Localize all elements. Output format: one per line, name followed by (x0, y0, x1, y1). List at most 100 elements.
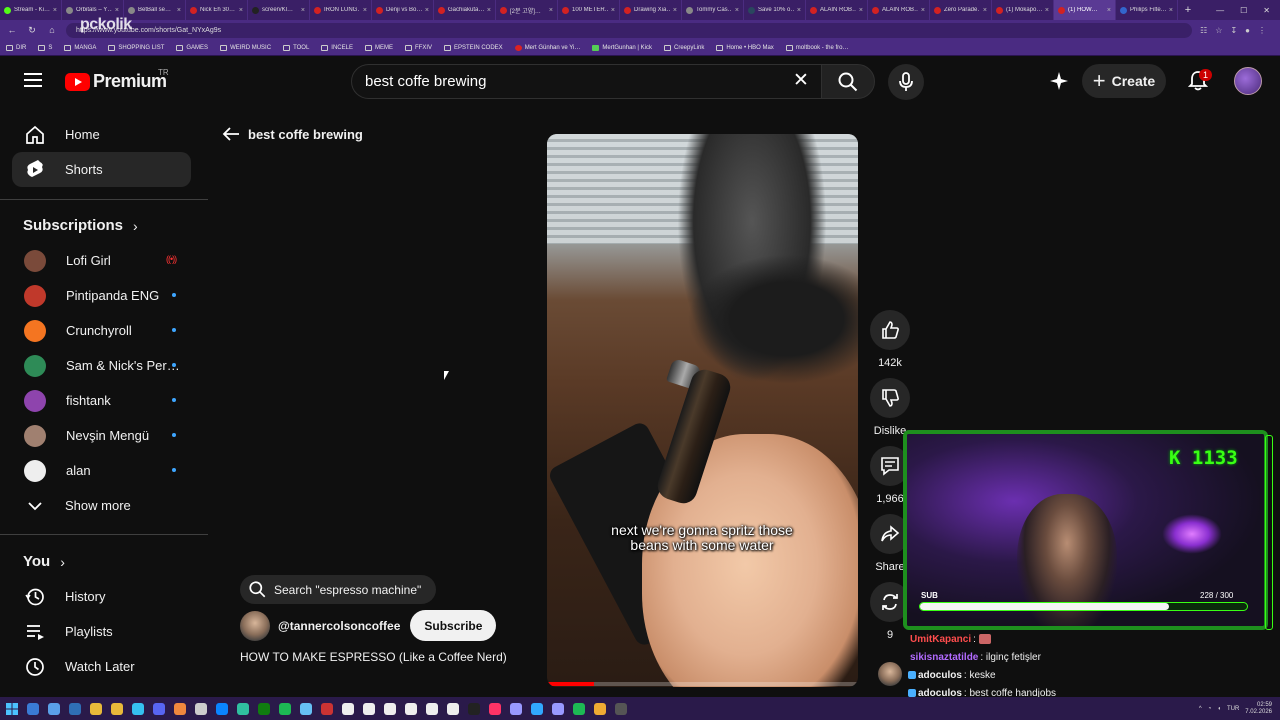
close-tab-icon[interactable]: × (611, 7, 615, 14)
browser-tab[interactable]: [2분 고양]… × (496, 0, 558, 20)
taskbar-app-icon[interactable] (300, 702, 312, 715)
bookmark-item[interactable]: MANGA (64, 44, 96, 51)
close-tab-icon[interactable]: × (301, 7, 305, 14)
taskbar-app-icon[interactable] (321, 702, 333, 715)
bookmark-item[interactable]: GAMES (176, 44, 208, 51)
taskbar-app-icon[interactable] (342, 702, 354, 715)
menu-icon[interactable] (24, 73, 42, 87)
close-tab-icon[interactable]: × (115, 7, 119, 14)
windows-start-icon[interactable] (6, 702, 18, 715)
back-to-search[interactable]: best coffe brewing (222, 126, 363, 142)
close-tab-icon[interactable]: × (735, 7, 739, 14)
chevron-up-icon[interactable]: ^ (1199, 706, 1202, 712)
close-tab-icon[interactable]: × (239, 7, 243, 14)
taskbar-app-icon[interactable] (279, 702, 291, 715)
browser-tab[interactable]: Zero Parade… × (930, 0, 992, 20)
subscribe-button[interactable]: Subscribe (410, 610, 497, 641)
close-tab-icon[interactable]: × (673, 7, 677, 14)
system-clock[interactable]: 02:59 7.02.2026 (1245, 702, 1272, 716)
browser-tab[interactable]: ALAIN ROB… × (868, 0, 930, 20)
browser-tab[interactable]: (1) Mokapo… × (992, 0, 1054, 20)
close-tab-icon[interactable]: × (177, 7, 181, 14)
reload-icon[interactable]: ↻ (26, 25, 38, 36)
clear-search-icon[interactable]: ✕ (793, 71, 809, 90)
volume-icon[interactable]: ◖ (1217, 706, 1221, 712)
taskbar-app-icon[interactable] (237, 702, 249, 715)
browser-tab[interactable]: (1) HOW… × (1054, 0, 1116, 20)
short-title[interactable]: HOW TO MAKE ESPRESSO (Like a Coffee Nerd… (240, 650, 507, 664)
taskbar-app-icon[interactable] (195, 702, 207, 715)
dislike-button[interactable] (870, 378, 910, 418)
bookmark-item[interactable]: TOOL (283, 44, 309, 51)
browser-tab[interactable]: BetBall se… × (124, 0, 186, 20)
taskbar-app-icon[interactable] (174, 702, 186, 715)
sidebar-subscription-item[interactable]: Sam & Nick's Per… (12, 348, 191, 383)
browser-tab[interactable]: ALAIN ROB… × (806, 0, 868, 20)
taskbar-app-icon[interactable] (510, 702, 522, 715)
bookmark-item[interactable]: MertGunhan | Kick (592, 44, 652, 51)
close-tab-icon[interactable]: × (549, 7, 553, 14)
bookmark-item[interactable]: INCELE (321, 44, 353, 51)
close-tab-icon[interactable]: × (1107, 7, 1111, 14)
taskbar-app-icon[interactable] (153, 702, 165, 715)
browser-tab[interactable]: Denji vs Bo… × (372, 0, 434, 20)
taskbar-app-icon[interactable] (258, 702, 270, 715)
show-more-button[interactable]: Show more (12, 488, 191, 523)
like-action[interactable]: 142k (866, 310, 914, 369)
bookmark-item[interactable]: WEIRD MUSIC (220, 44, 271, 51)
sidebar-subscription-item[interactable]: Crunchyroll (12, 313, 191, 348)
taskbar-app-icon[interactable] (48, 702, 60, 715)
taskbar-app-icon[interactable] (216, 702, 228, 715)
sidebar-subscription-item[interactable]: Lofi Girl ((•)) (12, 243, 191, 278)
taskbar-app-icon[interactable] (531, 702, 543, 715)
bookmark-item[interactable]: CreepyLink (663, 44, 704, 51)
taskbar-app-icon[interactable] (132, 702, 144, 715)
profile-icon[interactable]: ● (1245, 26, 1250, 35)
taskbar-app-icon[interactable] (111, 702, 123, 715)
bookmark-item[interactable]: MEME (364, 44, 393, 51)
bookmark-item[interactable]: FFXIV (404, 44, 432, 51)
download-icon[interactable]: ↧ (1230, 26, 1237, 35)
bookmark-item[interactable]: SHOPPING LIST (108, 44, 164, 51)
gemini-sparkle-icon[interactable] (1048, 70, 1070, 92)
close-tab-icon[interactable]: × (797, 7, 801, 14)
taskbar-app-icon[interactable] (426, 702, 438, 715)
sidebar-item-history[interactable]: History (12, 579, 191, 614)
browser-tab[interactable]: screen/Kl… × (248, 0, 310, 20)
sidebar-subscription-item[interactable]: Nevşin Mengü (12, 418, 191, 453)
maximize-icon[interactable]: ☐ (1240, 6, 1247, 15)
search-input[interactable]: best coffe brewing (351, 64, 821, 99)
back-nav-icon[interactable]: ← (6, 25, 18, 35)
close-tab-icon[interactable]: × (983, 7, 987, 14)
bookmark-item[interactable]: Home • HBO Max (716, 44, 774, 51)
close-tab-icon[interactable]: × (487, 7, 491, 14)
close-tab-icon[interactable]: × (53, 7, 57, 14)
taskbar-app-icon[interactable] (489, 702, 501, 715)
bookmark-item[interactable]: EPSTEIN CODEX (444, 44, 503, 51)
subscriptions-heading[interactable]: Subscriptions › (23, 217, 138, 234)
bookmark-item[interactable]: moltbook - the fro… (785, 44, 848, 51)
close-window-icon[interactable]: ✕ (1263, 6, 1270, 15)
wifi-icon[interactable]: ◔ (1208, 706, 1212, 712)
extension-icon[interactable]: ☷ (1200, 26, 1207, 35)
close-tab-icon[interactable]: × (859, 7, 863, 14)
close-tab-icon[interactable]: × (1045, 7, 1049, 14)
taskbar-app-icon[interactable] (363, 702, 375, 715)
taskbar-app-icon[interactable] (594, 702, 606, 715)
star-icon[interactable]: ☆ (1215, 26, 1222, 35)
like-button[interactable] (870, 310, 910, 350)
bookmark-item[interactable]: S (38, 44, 52, 51)
close-tab-icon[interactable]: × (921, 7, 925, 14)
taskbar-app-icon[interactable] (27, 702, 39, 715)
you-heading[interactable]: You › (23, 553, 65, 570)
create-button[interactable]: + Create (1082, 64, 1166, 98)
short-video-player[interactable]: next we're gonna spritz those beans with… (547, 134, 858, 687)
search-button[interactable] (821, 64, 875, 99)
menu-icon[interactable]: ⋮ (1258, 26, 1266, 35)
related-search-chip[interactable]: Search "espresso machine" (240, 575, 436, 604)
input-language[interactable]: TUR (1227, 706, 1239, 712)
bookmark-item[interactable]: Mert Günhan ve Yi… (514, 44, 580, 51)
close-tab-icon[interactable]: × (425, 7, 429, 14)
browser-tab[interactable]: 100 METER… × (558, 0, 620, 20)
channel-avatar[interactable] (240, 610, 270, 641)
